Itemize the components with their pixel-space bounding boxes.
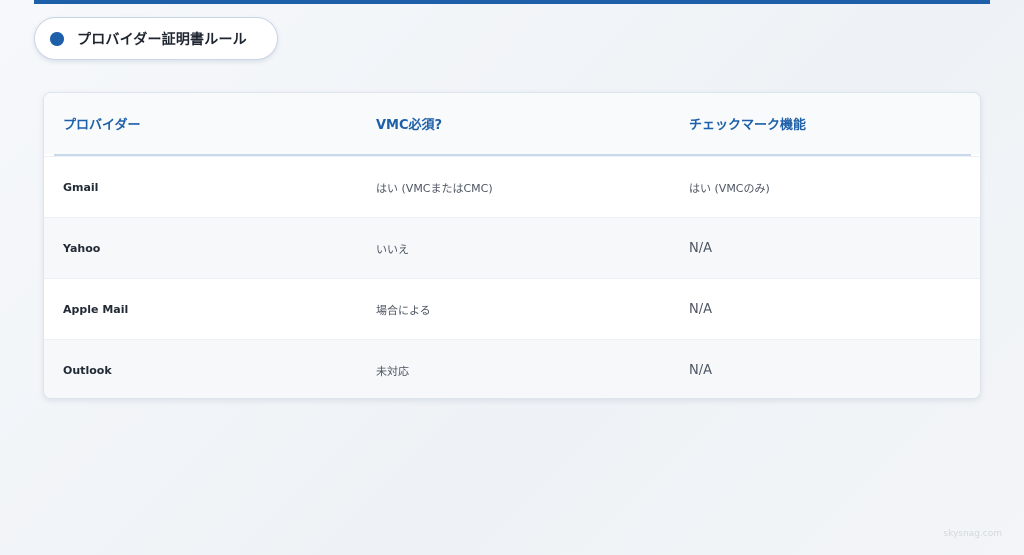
vmc-required-value: 未対応 [376,364,409,378]
provider-table: プロバイダー VMC必須? チェックマーク機能 Gmail はい (VMCまたは… [43,92,981,399]
table-row: Gmail はい (VMCまたはCMC) はい (VMCのみ) [44,156,980,217]
checkmark-value: はい (VMCのみ) [689,181,770,195]
vmc-required-value: いいえ [376,242,409,256]
provider-name: Yahoo [63,242,101,255]
table-row: Yahoo いいえ N/A [44,217,980,278]
header-vmc-required: VMC必須? [376,118,443,133]
provider-name: Apple Mail [63,303,129,316]
vmc-required-value: はい (VMCまたはCMC) [376,181,493,195]
table-header-row: プロバイダー VMC必須? チェックマーク機能 [44,93,980,154]
vmc-required-value: 場合による [376,303,431,317]
bullet-dot-icon [50,31,64,46]
table-row: Outlook 未対応 N/A [44,339,980,398]
header-provider: プロバイダー [63,118,141,133]
section-title: プロバイダー証明書ルール [77,31,247,48]
table-row: Apple Mail 場合による N/A [44,278,980,339]
provider-name: Gmail [63,181,99,194]
checkmark-value: N/A [689,363,712,378]
top-accent-bar [34,0,990,4]
checkmark-value: N/A [689,241,712,256]
checkmark-value: N/A [689,302,712,317]
header-checkmark: チェックマーク機能 [689,118,807,133]
provider-name: Outlook [63,364,112,377]
watermark: skysnag.com [943,529,1002,539]
section-title-pill: プロバイダー証明書ルール [34,17,278,60]
